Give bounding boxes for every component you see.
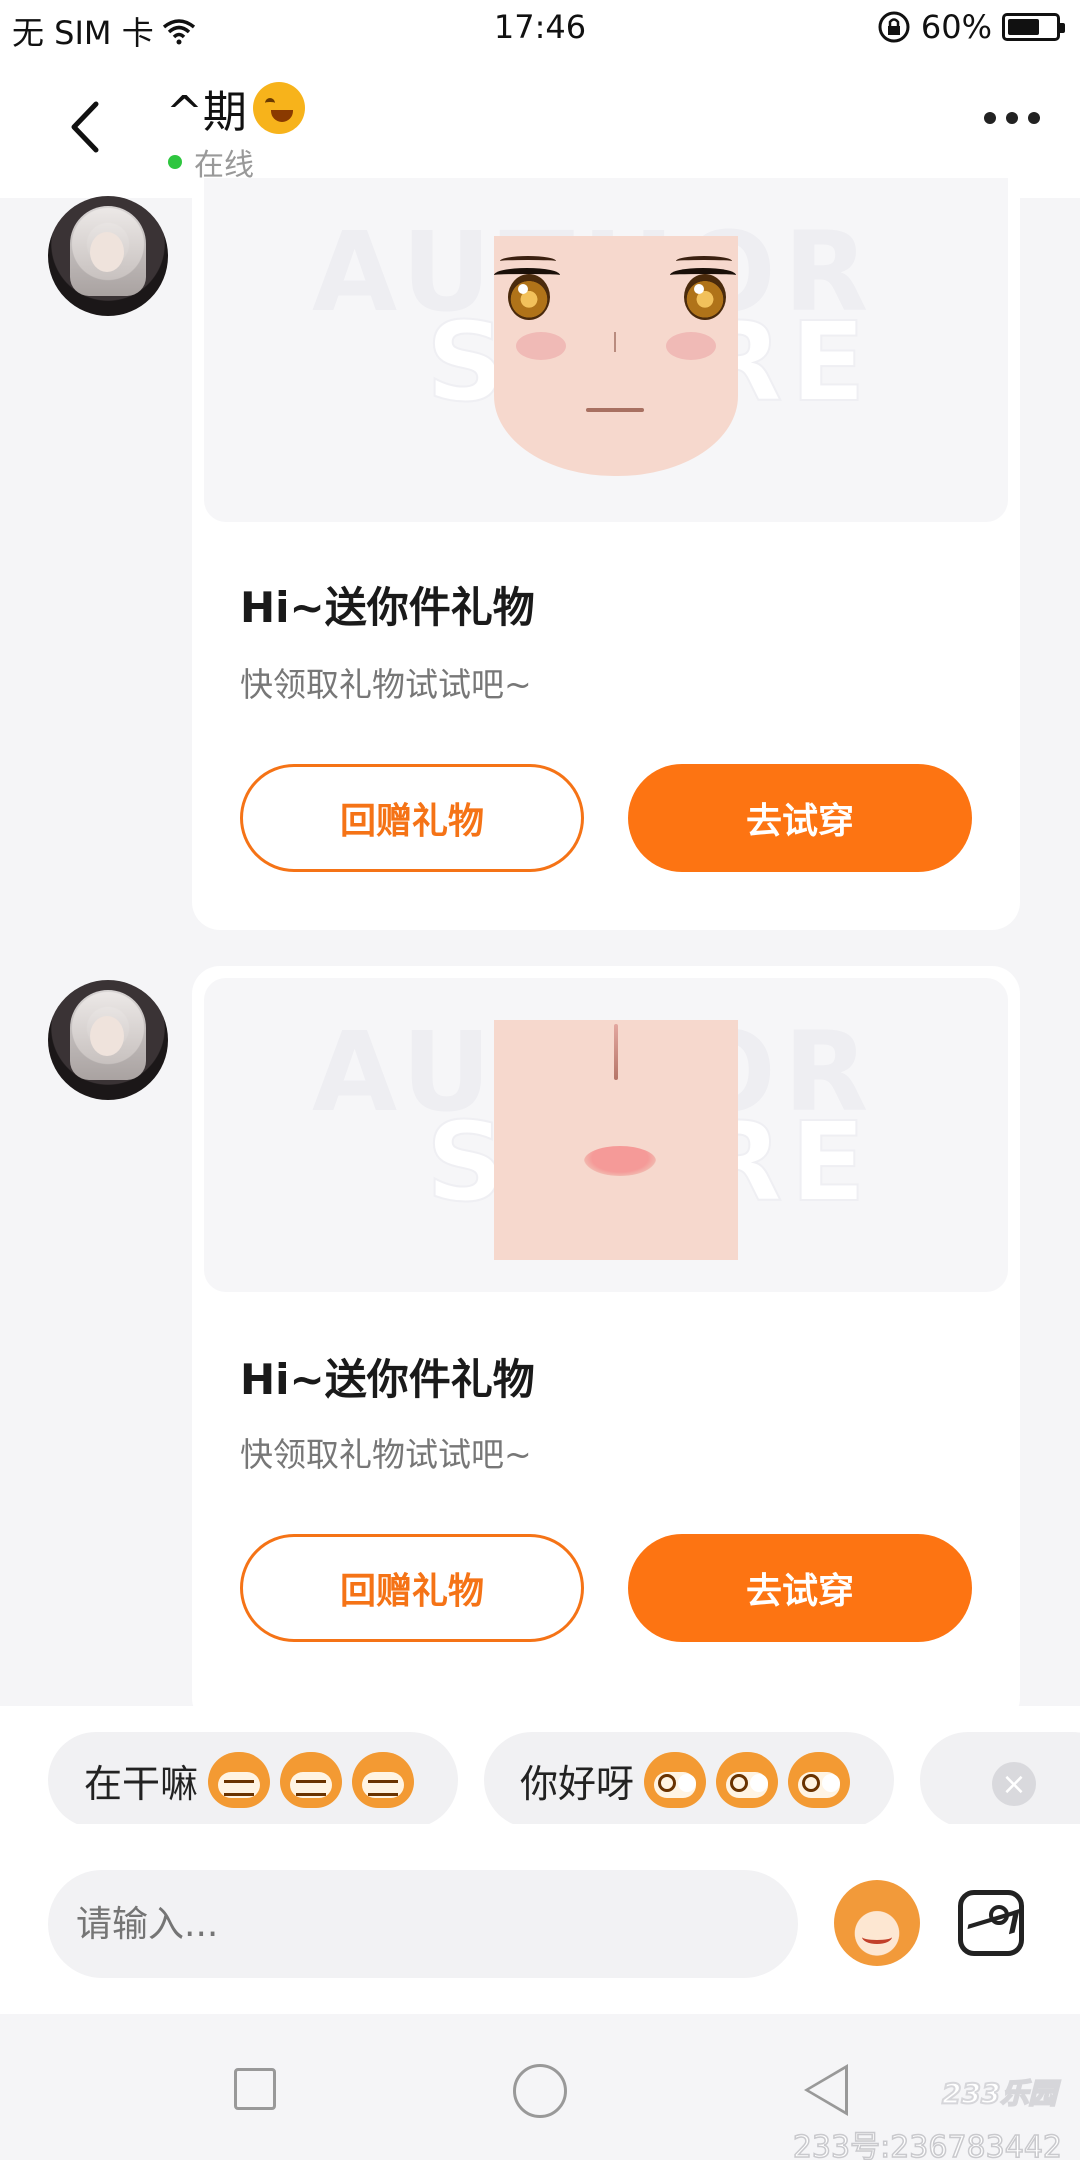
close-icon: × — [1001, 1766, 1027, 1802]
message-input[interactable] — [48, 1870, 798, 1978]
rotation-lock-icon — [878, 11, 910, 43]
watermark-logo: 233乐园 — [941, 2076, 1057, 2111]
card-subtitle: 快领取礼物试试吧~ — [240, 1435, 532, 1474]
gift-thumbnail[interactable]: AUTHOR STORE — [204, 978, 1008, 1292]
system-back-button[interactable] — [804, 2064, 848, 2116]
blush-left — [516, 332, 566, 360]
home-button[interactable] — [513, 2064, 567, 2118]
nose — [614, 332, 616, 352]
nose-line — [614, 1024, 618, 1080]
avatar-face — [90, 1016, 124, 1056]
chat-title: ^期 — [166, 76, 305, 140]
emoji-button[interactable] — [834, 1880, 920, 1966]
emoji-group — [644, 1752, 851, 1808]
quick-reply-chip[interactable]: 在干嘛 — [48, 1732, 458, 1824]
more-button[interactable] — [984, 112, 1040, 124]
image-button[interactable] — [958, 1890, 1024, 1956]
avatar-face — [90, 232, 124, 272]
laughing-face-icon — [252, 82, 305, 134]
card-title: Hi~送你件礼物 — [240, 583, 535, 632]
wide-eyed-monkey-icon — [644, 1752, 707, 1808]
system-nav-bar: 233乐园 233号:236783442 — [0, 2014, 1080, 2160]
mouth — [586, 408, 644, 412]
grinning-monkey-icon — [208, 1752, 271, 1808]
recent-apps-button[interactable] — [234, 2068, 276, 2110]
more-dot-icon — [1006, 112, 1018, 124]
card-title: Hi~送你件礼物 — [240, 1355, 535, 1404]
status-bar: 无 SIM 卡 17:46 60% — [0, 0, 1080, 56]
quick-reply-bar: 在干嘛 你好呀 × — [0, 1706, 1080, 1824]
avatar[interactable] — [48, 196, 168, 316]
wide-eyed-monkey-icon — [788, 1752, 851, 1808]
try-on-button[interactable]: 去试穿 — [628, 1534, 972, 1642]
face-texture-lips — [494, 1020, 738, 1260]
quick-reply-chip[interactable]: 你好呀 — [484, 1732, 894, 1824]
lips — [584, 1146, 656, 1176]
eye-right — [670, 256, 736, 320]
return-gift-button[interactable]: 回赠礼物 — [240, 1534, 584, 1642]
try-on-button[interactable]: 去试穿 — [628, 764, 972, 872]
emoji-group — [208, 1752, 415, 1808]
wide-eyed-monkey-icon — [716, 1752, 779, 1808]
card-subtitle: 快领取礼物试试吧~ — [240, 665, 532, 704]
eye-left — [494, 256, 560, 320]
watermark-id: 233号:236783442 — [792, 2129, 1063, 2160]
battery-fill — [1008, 19, 1040, 35]
grinning-monkey-icon — [280, 1752, 343, 1808]
online-dot-icon — [168, 155, 182, 169]
back-button[interactable] — [50, 92, 120, 162]
battery-icon — [1002, 13, 1065, 41]
gift-thumbnail[interactable]: AUTHOR STORE — [204, 178, 1008, 522]
face-texture-eyes — [494, 236, 738, 476]
quick-reply-text: 你好呀 — [520, 1761, 635, 1806]
close-quick-replies-button[interactable]: × — [992, 1762, 1036, 1806]
grinning-monkey-icon — [352, 1752, 415, 1808]
blush-right — [666, 332, 716, 360]
gift-card[interactable]: AUTHOR STORE Hi~送你件礼物 快领取礼物试试吧~ 回赠礼物 去试穿 — [192, 966, 1020, 1726]
quick-reply-text: 在干嘛 — [84, 1761, 199, 1806]
more-dot-icon — [1028, 112, 1040, 124]
chat-header: ^期 在线 — [0, 56, 1080, 198]
gift-card[interactable]: AUTHOR STORE Hi~送你件礼物 快领取礼物试试吧~ 回赠礼物 去试穿 — [192, 178, 1020, 930]
battery-percent: 60% — [920, 8, 992, 46]
avatar[interactable] — [48, 980, 168, 1100]
return-gift-button[interactable]: 回赠礼物 — [240, 764, 584, 872]
more-dot-icon — [984, 112, 996, 124]
input-row — [0, 1824, 1080, 2014]
chevron-left-icon — [71, 101, 99, 153]
battery-group: 60% — [877, 8, 1065, 46]
contact-name: ^期 — [166, 87, 247, 138]
